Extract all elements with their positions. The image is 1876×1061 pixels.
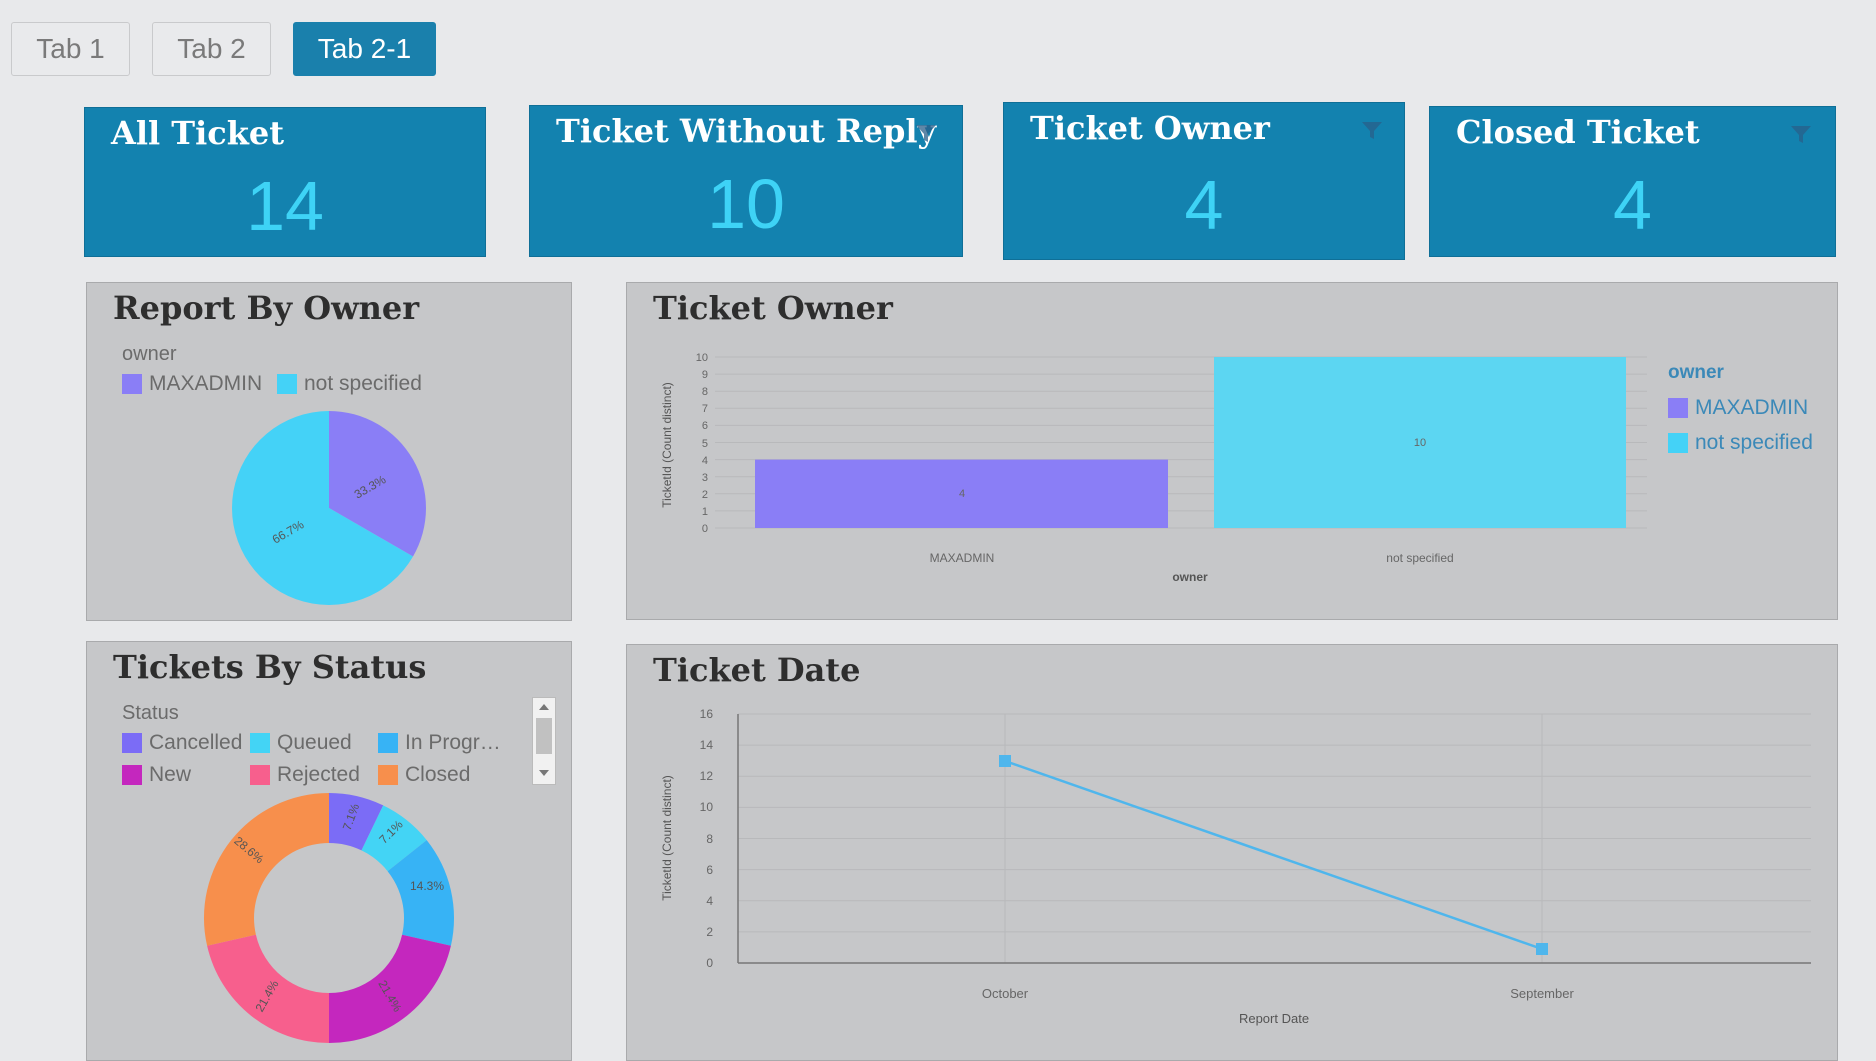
y-tick: 2	[702, 489, 708, 501]
kpi-title: Closed Ticket	[1456, 113, 1700, 151]
point-september[interactable]	[1536, 943, 1548, 955]
x-tick-september: September	[1510, 986, 1574, 1001]
kpi-card-all-ticket[interactable]: All Ticket 14	[84, 107, 486, 257]
x-axis-label: owner	[1172, 570, 1208, 584]
kpi-title: All Ticket	[111, 114, 285, 152]
ticket-date-panel: Ticket Date 0 2 4 6 8 10 12 14 16 Ticket…	[626, 644, 1838, 1061]
y-tick: 9	[702, 369, 708, 381]
filter-icon[interactable]	[1361, 121, 1383, 141]
tab-2[interactable]: Tab 2	[152, 22, 271, 76]
donut-label-in-progress: 14.3%	[410, 879, 444, 893]
legend-title: owner	[1668, 362, 1724, 383]
kpi-value: 14	[246, 167, 324, 245]
kpi-card-ticket-owner[interactable]: Ticket Owner 4	[1003, 102, 1405, 260]
y-tick: 1	[702, 506, 708, 518]
filter-icon[interactable]	[915, 124, 937, 144]
y-tick: 7	[702, 403, 708, 415]
y-tick: 14	[700, 738, 714, 752]
legend-label: not specified	[1695, 431, 1813, 454]
ticket-owner-bar-chart: 0 1 2 3 4 5 6 7 8 9 10 TicketId (Count d…	[660, 352, 1647, 584]
bar-label-maxadmin: 4	[959, 488, 965, 500]
kpi-title: Ticket Owner	[1030, 109, 1270, 147]
legend-swatch	[1668, 398, 1688, 418]
x-tick-october: October	[982, 986, 1029, 1001]
y-tick: 16	[700, 707, 714, 721]
y-tick: 10	[696, 352, 708, 364]
kpi-value: 4	[1613, 166, 1652, 244]
tab-1[interactable]: Tab 1	[11, 22, 130, 76]
kpi-value: 4	[1184, 166, 1224, 244]
y-tick: 12	[700, 769, 714, 783]
kpi-card-ticket-without-reply[interactable]: Ticket Without Reply 10	[529, 105, 963, 257]
tab-2-1[interactable]: Tab 2-1	[293, 22, 436, 76]
y-tick: 4	[702, 455, 708, 467]
y-axis-label: TicketId (Count distinct)	[660, 775, 674, 901]
kpi-title: Ticket Without Reply	[556, 112, 937, 150]
y-tick: 5	[702, 438, 708, 450]
x-axis-label: Report Date	[1239, 1011, 1309, 1026]
kpi-value: 10	[707, 165, 785, 243]
report-by-owner-panel: Report By Owner owner MAXADMIN not speci…	[86, 282, 572, 621]
ticket-date-line-chart: 0 2 4 6 8 10 12 14 16 TicketId (Count di…	[660, 707, 1811, 1026]
status-donut-chart: 7.1% 7.1% 14.3% 21.4% 21.4% 28.6%	[203, 793, 455, 1043]
ticket-date-line	[1004, 759, 1543, 951]
y-tick: 4	[706, 894, 713, 908]
kpi-card-closed-ticket[interactable]: Closed Ticket 4	[1429, 106, 1836, 257]
owner-pie-chart: 33.3% 66.7%	[231, 411, 426, 605]
y-tick: 6	[706, 863, 713, 877]
y-tick: 0	[706, 956, 713, 970]
x-tick-maxadmin: MAXADMIN	[930, 551, 995, 565]
y-tick: 0	[702, 523, 708, 535]
filter-icon[interactable]	[1790, 125, 1812, 145]
y-tick: 6	[702, 420, 708, 432]
x-tick-not-specified: not specified	[1386, 551, 1453, 565]
tickets-by-status-panel: Tickets By Status Status Cancelled Queue…	[86, 641, 572, 1061]
y-axis-label: TicketId (Count distinct)	[660, 382, 674, 508]
ticket-owner-panel: Ticket Owner 0 1 2 3 4 5 6 7 8 9 10 Tick…	[626, 282, 1838, 620]
y-tick: 8	[706, 832, 713, 846]
y-tick: 10	[700, 800, 714, 814]
legend-swatch	[1668, 433, 1688, 453]
y-tick: 8	[702, 386, 708, 398]
y-tick: 2	[706, 925, 713, 939]
legend-label: MAXADMIN	[1695, 396, 1809, 419]
point-october[interactable]	[999, 755, 1011, 767]
donut-slice-closed[interactable]	[203, 793, 329, 946]
y-tick: 3	[702, 472, 708, 484]
legend-item-not-specified[interactable]: not specified	[1668, 431, 1813, 455]
legend-item-maxadmin[interactable]: MAXADMIN	[1668, 396, 1808, 420]
bar-label-not-specified: 10	[1414, 437, 1426, 449]
